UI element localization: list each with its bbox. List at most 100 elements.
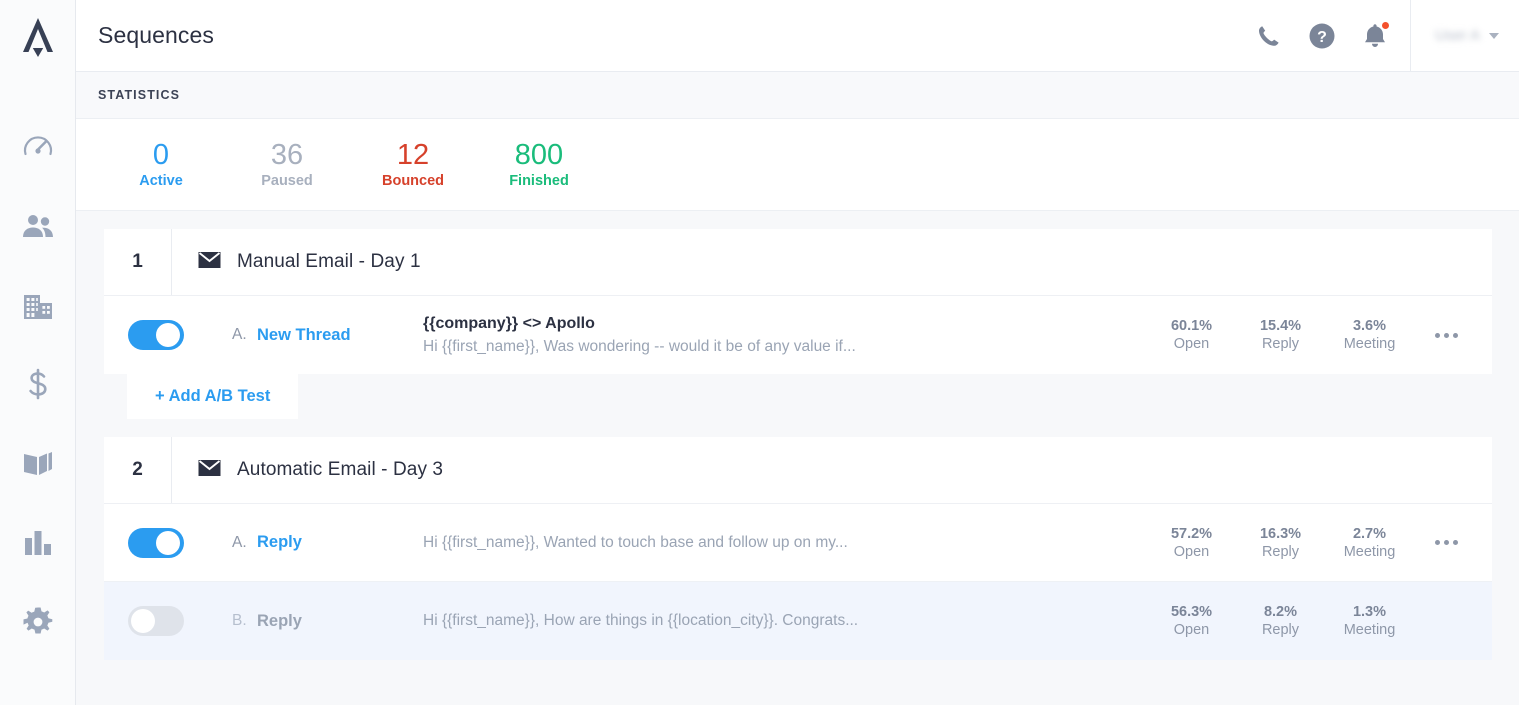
content-area: STATISTICS 0 Active 36 Paused 12 Bounced…: [76, 72, 1519, 705]
metric-open: 57.2% Open: [1147, 526, 1236, 560]
step-title: Manual Email - Day 1: [237, 251, 421, 272]
book-icon: [21, 449, 55, 479]
variant-name[interactable]: Reply: [253, 612, 417, 631]
metric-open-value: 57.2%: [1170, 525, 1213, 542]
sidebar-item-sequences[interactable]: [0, 424, 75, 503]
metric-reply: 8.2% Reply: [1236, 604, 1325, 638]
app-root: Sequences ? User A STATISTICS 0 Active 3…: [0, 0, 1519, 705]
kebab-dot: [1443, 540, 1449, 545]
variant-letter: B.: [232, 612, 247, 629]
variant-preview: Hi {{first_name}}, Was wondering -- woul…: [423, 337, 856, 355]
metric-open-label: Open: [1173, 543, 1210, 560]
variant-toggle-cell: [104, 320, 232, 350]
variant-toggle-cell: [104, 606, 232, 636]
chevron-down-icon: [1489, 32, 1499, 39]
help-circle-icon[interactable]: ?: [1308, 22, 1336, 50]
variant-metrics: 60.1% Open 15.4% Reply 3.6% Meeting: [1147, 318, 1414, 352]
metric-reply: 15.4% Reply: [1236, 318, 1325, 352]
people-icon: [21, 212, 55, 242]
sequence-step: 2 Automatic Email - Day 3 A. Reply Hi {{…: [104, 437, 1492, 660]
variant-toggle-cell: [104, 527, 232, 558]
variant-name[interactable]: Reply: [253, 533, 417, 552]
sidebar-item-dashboard[interactable]: [0, 108, 75, 187]
variant-options-menu-icon[interactable]: [1414, 540, 1478, 545]
metric-open: 60.1% Open: [1147, 318, 1236, 352]
variant-letter: A.: [232, 533, 247, 551]
sidebar-item-analytics[interactable]: [0, 503, 75, 582]
toggle-knob: [156, 323, 180, 347]
metric-reply-label: Reply: [1261, 622, 1300, 638]
metric-meeting-label: Meeting: [1343, 622, 1396, 638]
stat-bounced: 12 Bounced: [350, 139, 476, 189]
user-name: User A: [1434, 27, 1480, 44]
variant-row[interactable]: A. Reply Hi {{first_name}}, Wanted to to…: [104, 504, 1492, 582]
kebab-dot: [1452, 540, 1458, 545]
metric-reply-value: 15.4%: [1259, 318, 1302, 334]
statistics-label: STATISTICS: [98, 88, 181, 102]
variant-metrics: 56.3% Open 8.2% Reply 1.3% Meeting: [1147, 604, 1414, 638]
variant-body: {{company}} <> Apollo Hi {{first_name}},…: [417, 315, 1147, 356]
sidebar-item-accounts[interactable]: [0, 266, 75, 345]
step-header[interactable]: 1 Manual Email - Day 1: [104, 229, 1492, 296]
apollo-logo-icon[interactable]: [0, 0, 75, 72]
bell-icon[interactable]: [1362, 20, 1390, 50]
step-header[interactable]: 2 Automatic Email - Day 3: [104, 437, 1492, 504]
sidebar-item-opportunities[interactable]: [0, 345, 75, 424]
variant-metrics: 57.2% Open 16.3% Reply 2.7% Meeting: [1147, 526, 1414, 560]
sidebar-nav: [0, 0, 76, 705]
building-icon: [22, 291, 54, 321]
metric-open: 56.3% Open: [1147, 604, 1236, 638]
metric-meeting: 2.7% Meeting: [1325, 526, 1414, 560]
metric-meeting-value: 1.3%: [1352, 604, 1387, 620]
sidebar-item-contacts[interactable]: [0, 187, 75, 266]
variant-name[interactable]: New Thread: [253, 326, 417, 345]
dollar-icon: [23, 368, 53, 402]
notification-badge: [1380, 20, 1390, 30]
stat-active-label: Active: [139, 172, 183, 189]
step-number: 2: [104, 437, 172, 503]
sidebar-item-settings[interactable]: [0, 582, 75, 661]
stat-bounced-value: 12: [396, 139, 430, 172]
variant-options-menu-icon[interactable]: [1414, 332, 1478, 338]
toggle-knob: [131, 609, 155, 633]
sequence-step: 1 Manual Email - Day 1 A. New Thread {{c…: [104, 229, 1492, 419]
stat-finished-label: Finished: [509, 172, 569, 189]
variant-toggle[interactable]: [128, 606, 184, 636]
main-column: Sequences ? User A STATISTICS 0 Active 3…: [76, 0, 1519, 705]
metric-meeting: 3.6% Meeting: [1325, 318, 1414, 352]
metric-meeting-label: Meeting: [1343, 543, 1396, 560]
stat-paused-value: 36: [270, 139, 304, 172]
variant-row[interactable]: A. New Thread {{company}} <> Apollo Hi {…: [104, 296, 1492, 374]
metric-meeting-label: Meeting: [1343, 336, 1396, 352]
page-title: Sequences: [98, 22, 214, 48]
metric-meeting-value: 2.7%: [1352, 525, 1387, 542]
speedometer-icon: [21, 131, 55, 165]
top-bar: Sequences ? User A: [76, 0, 1519, 72]
variant-preview: Hi {{first_name}}, How are things in {{l…: [423, 612, 859, 629]
metric-meeting: 1.3% Meeting: [1325, 604, 1414, 638]
metric-open-label: Open: [1173, 622, 1210, 638]
add-ab-test-button[interactable]: + Add A/B Test: [127, 374, 299, 419]
user-menu[interactable]: User A: [1411, 0, 1519, 72]
metric-reply: 16.3% Reply: [1236, 526, 1325, 560]
variant-row[interactable]: B. Reply Hi {{first_name}}, How are thin…: [104, 582, 1492, 660]
step-title: Automatic Email - Day 3: [237, 459, 444, 480]
gear-icon: [22, 606, 54, 638]
variant-subject: {{company}} <> Apollo: [423, 314, 595, 332]
step-number: 1: [104, 229, 172, 295]
envelope-icon: [198, 459, 221, 482]
metric-reply-label: Reply: [1261, 543, 1300, 560]
metric-reply-value: 8.2%: [1263, 604, 1298, 620]
variant-toggle[interactable]: [128, 320, 184, 350]
stat-bounced-label: Bounced: [381, 172, 445, 189]
phone-icon[interactable]: [1256, 23, 1282, 49]
variant-toggle[interactable]: [128, 527, 184, 558]
stat-paused: 36 Paused: [224, 139, 350, 189]
envelope-icon: [198, 251, 221, 274]
metric-reply-label: Reply: [1261, 336, 1300, 352]
metric-open-value: 56.3%: [1170, 604, 1213, 620]
metric-meeting-value: 3.6%: [1352, 318, 1387, 334]
stat-active-value: 0: [152, 139, 170, 172]
variant-preview: Hi {{first_name}}, Wanted to touch base …: [423, 533, 848, 551]
stat-active: 0 Active: [98, 139, 224, 189]
